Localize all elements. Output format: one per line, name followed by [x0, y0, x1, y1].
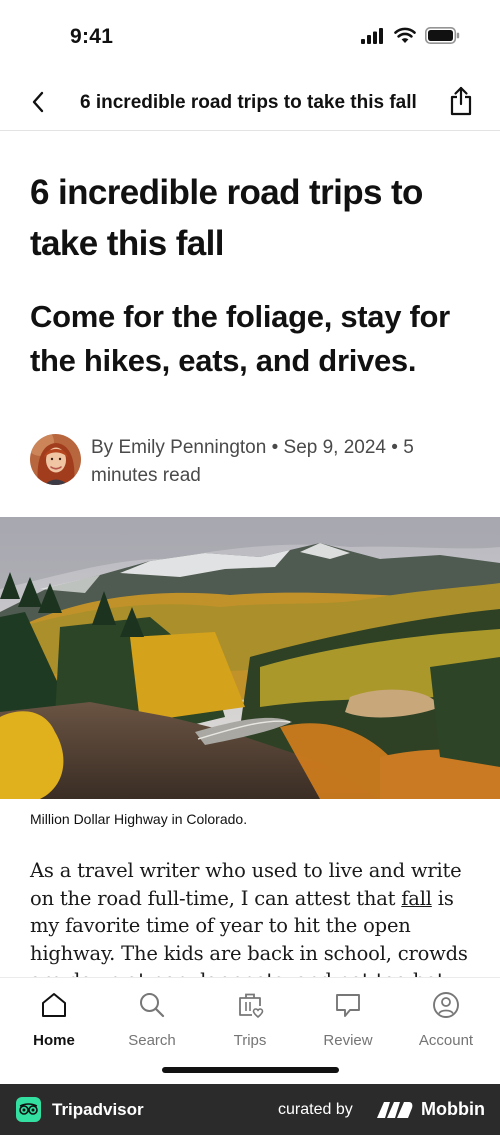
- fall-link[interactable]: fall: [401, 887, 432, 910]
- tab-trips-label: Trips: [233, 1032, 267, 1049]
- search-icon: [140, 993, 165, 1018]
- tab-account-label: Account: [418, 1032, 474, 1049]
- share-icon: [450, 86, 472, 116]
- tab-home-label: Home: [33, 1032, 75, 1049]
- chevron-left-icon: [32, 91, 44, 113]
- article-subheadline: Come for the foliage, stay for the hikes…: [30, 299, 450, 378]
- user-circle-icon: [433, 992, 459, 1018]
- wifi-icon: [394, 27, 416, 43]
- byline: By Emily Pennington • Sep 9, 2024 • 5 mi…: [30, 434, 470, 494]
- status-bar: 9:41: [0, 0, 500, 72]
- cellular-signal-icon: [361, 27, 383, 44]
- speech-bubble-icon: [336, 994, 360, 1017]
- status-time: 9:41: [70, 25, 114, 48]
- status-icons: [361, 27, 460, 44]
- tab-bar: Home Search Trips Review Account: [0, 977, 500, 1084]
- nav-bar: 6 incredible road trips to take this fal…: [0, 72, 500, 131]
- tab-search[interactable]: Search: [107, 990, 197, 1050]
- battery-icon: [425, 27, 460, 44]
- footer-mobbin: Mobbin: [421, 1099, 485, 1119]
- tab-account[interactable]: Account: [401, 990, 491, 1050]
- suitcase-heart-icon: [239, 993, 264, 1019]
- footer-brand: Tripadvisor: [52, 1100, 144, 1119]
- tab-review-label: Review: [323, 1032, 373, 1049]
- mobbin-logo-icon: [377, 1102, 413, 1118]
- tab-home[interactable]: Home: [9, 990, 99, 1050]
- image-caption: Million Dollar Highway in Colorado.: [30, 811, 248, 827]
- tripadvisor-logo-icon: [16, 1097, 41, 1122]
- author-avatar[interactable]: [30, 434, 81, 485]
- home-icon: [42, 993, 66, 1017]
- article-body: As a travel writer who used to live and …: [30, 857, 480, 977]
- article: 6 incredible road trips to take this fal…: [0, 131, 500, 977]
- tab-review[interactable]: Review: [303, 990, 393, 1050]
- back-button[interactable]: [22, 86, 54, 118]
- footer-curated-by: curated by: [278, 1101, 353, 1118]
- footer-banner: Tripadvisor curated by Mobbin: [0, 1084, 500, 1135]
- hero-image: [0, 517, 500, 799]
- byline-text: By Emily Pennington • Sep 9, 2024 • 5 mi…: [91, 437, 414, 486]
- nav-title: 6 incredible road trips to take this fal…: [80, 92, 417, 113]
- share-button[interactable]: [446, 84, 476, 118]
- tab-trips[interactable]: Trips: [205, 990, 295, 1050]
- body-text-before: As a travel writer who used to live and …: [30, 859, 462, 910]
- home-indicator[interactable]: [162, 1067, 339, 1073]
- article-headline: 6 incredible road trips to take this fal…: [30, 173, 423, 263]
- tab-search-label: Search: [128, 1032, 176, 1049]
